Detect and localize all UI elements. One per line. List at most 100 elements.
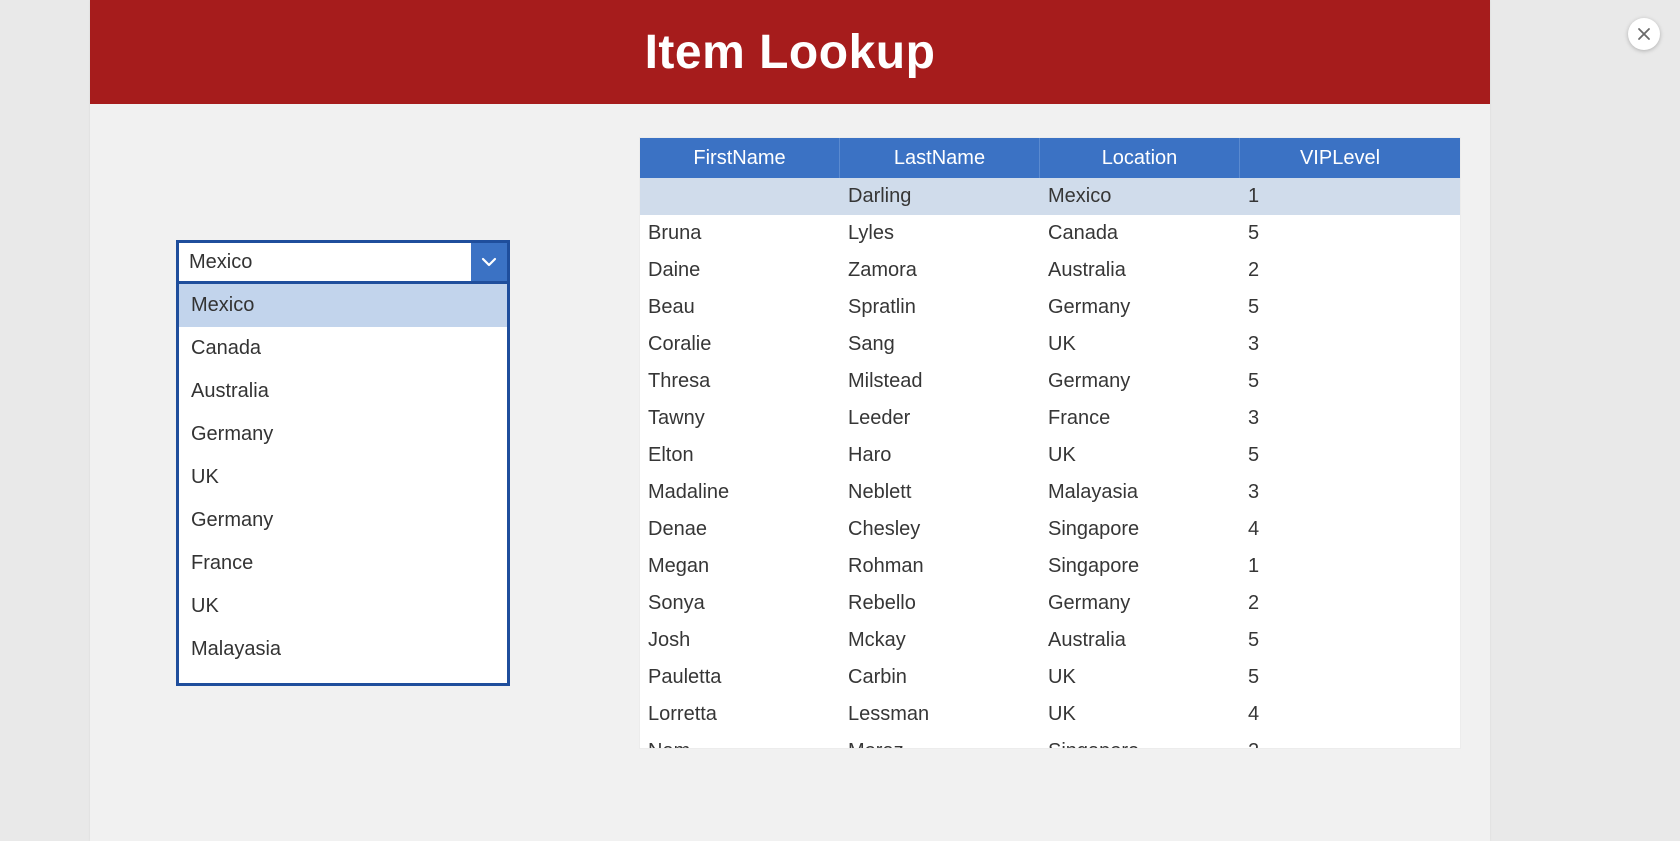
- chevron-down-icon: [480, 253, 498, 271]
- table-row[interactable]: SonyaRebelloGermany2: [640, 585, 1460, 622]
- table-cell: UK: [1040, 444, 1240, 467]
- dropdown-toggle-button[interactable]: [471, 243, 507, 281]
- dropdown-option[interactable]: Canada: [179, 327, 507, 370]
- table-cell: Mckay: [840, 629, 1040, 652]
- close-icon: [1637, 27, 1651, 41]
- dropdown-control[interactable]: Mexico: [176, 240, 510, 284]
- table-cell: Lessman: [840, 703, 1040, 726]
- table-cell: Beau: [640, 296, 840, 319]
- app-window: Item Lookup Mexico MexicoCanadaAustralia…: [90, 0, 1490, 841]
- table-row[interactable]: MadalineNeblettMalayasia3: [640, 474, 1460, 511]
- table-cell: Pauletta: [640, 666, 840, 689]
- table-cell: Neblett: [840, 481, 1040, 504]
- table-cell: Singapore: [1040, 740, 1240, 748]
- table-cell: 3: [1240, 333, 1440, 356]
- table-cell: Carbin: [840, 666, 1040, 689]
- table-cell: Germany: [1040, 592, 1240, 615]
- table-cell: Tawny: [640, 407, 840, 430]
- table-cell: Germany: [1040, 370, 1240, 393]
- results-table: FirstName LastName Location VIPLevel Dar…: [640, 138, 1460, 748]
- table-cell: Coralie: [640, 333, 840, 356]
- table-row[interactable]: TawnyLeederFrance3: [640, 400, 1460, 437]
- dropdown-option[interactable]: France: [179, 542, 507, 585]
- table-cell: Zamora: [840, 259, 1040, 282]
- table-cell: Bruna: [640, 222, 840, 245]
- table-cell: Singapore: [1040, 518, 1240, 541]
- table-cell: 2: [1240, 592, 1440, 615]
- table-cell: Malayasia: [1040, 481, 1240, 504]
- col-header-viplevel[interactable]: VIPLevel: [1240, 138, 1440, 178]
- table-row[interactable]: EltonHaroUK5: [640, 437, 1460, 474]
- table-row[interactable]: DaineZamoraAustralia2: [640, 252, 1460, 289]
- dropdown-selected-value[interactable]: Mexico: [179, 243, 471, 281]
- table-cell: Sonya: [640, 592, 840, 615]
- table-cell: Moraz: [840, 740, 1040, 748]
- table-row[interactable]: MeganRohmanSingapore1: [640, 548, 1460, 585]
- table-cell: Leeder: [840, 407, 1040, 430]
- dropdown-option[interactable]: Germany: [179, 413, 507, 456]
- col-header-location[interactable]: Location: [1040, 138, 1240, 178]
- table-row[interactable]: CoralieSangUK3: [640, 326, 1460, 363]
- table-cell: Australia: [1040, 629, 1240, 652]
- table-cell: Australia: [1040, 259, 1240, 282]
- table-cell: Josh: [640, 629, 840, 652]
- table-cell: 4: [1240, 518, 1440, 541]
- table-header-row: FirstName LastName Location VIPLevel: [640, 138, 1460, 178]
- table-cell: Sang: [840, 333, 1040, 356]
- table-row[interactable]: DarlingMexico1: [640, 178, 1460, 215]
- table-cell: Madaline: [640, 481, 840, 504]
- table-cell: UK: [1040, 703, 1240, 726]
- location-dropdown[interactable]: Mexico MexicoCanadaAustraliaGermanyUKGer…: [176, 240, 510, 686]
- table-cell: Germany: [1040, 296, 1240, 319]
- table-cell: Rebello: [840, 592, 1040, 615]
- dropdown-list[interactable]: MexicoCanadaAustraliaGermanyUKGermanyFra…: [176, 284, 510, 686]
- dropdown-option[interactable]: UK: [179, 456, 507, 499]
- table-cell: Daine: [640, 259, 840, 282]
- table-row[interactable]: NamMorazSingapore2: [640, 733, 1460, 748]
- col-header-firstname[interactable]: FirstName: [640, 138, 840, 178]
- table-cell: Haro: [840, 444, 1040, 467]
- table-cell: Singapore: [1040, 555, 1240, 578]
- table-body[interactable]: DarlingMexico1BrunaLylesCanada5DaineZamo…: [640, 178, 1460, 748]
- table-cell: 5: [1240, 370, 1440, 393]
- header-bar: Item Lookup: [90, 0, 1490, 104]
- table-cell: 5: [1240, 296, 1440, 319]
- table-cell: 1: [1240, 555, 1440, 578]
- table-row[interactable]: ThresaMilsteadGermany5: [640, 363, 1460, 400]
- table-cell: Thresa: [640, 370, 840, 393]
- table-cell: Lorretta: [640, 703, 840, 726]
- table-cell: Rohman: [840, 555, 1040, 578]
- table-cell: 5: [1240, 444, 1440, 467]
- table-row[interactable]: BrunaLylesCanada5: [640, 215, 1460, 252]
- table-cell: Milstead: [840, 370, 1040, 393]
- table-row[interactable]: JoshMckayAustralia5: [640, 622, 1460, 659]
- table-cell: France: [1040, 407, 1240, 430]
- table-cell: Darling: [840, 185, 1040, 208]
- table-cell: Denae: [640, 518, 840, 541]
- content-area: Mexico MexicoCanadaAustraliaGermanyUKGer…: [90, 104, 1490, 841]
- close-button[interactable]: [1628, 18, 1660, 50]
- table-cell: 5: [1240, 629, 1440, 652]
- table-row[interactable]: BeauSpratlinGermany5: [640, 289, 1460, 326]
- dropdown-option[interactable]: Malayasia: [179, 628, 507, 671]
- dropdown-option[interactable]: Australia: [179, 370, 507, 413]
- table-cell: UK: [1040, 666, 1240, 689]
- table-cell: Lyles: [840, 222, 1040, 245]
- table-cell: Nam: [640, 740, 840, 748]
- col-header-lastname[interactable]: LastName: [840, 138, 1040, 178]
- table-cell: 2: [1240, 740, 1440, 748]
- table-row[interactable]: PaulettaCarbinUK5: [640, 659, 1460, 696]
- dropdown-option[interactable]: UK: [179, 585, 507, 628]
- table-cell: 4: [1240, 703, 1440, 726]
- table-cell: Mexico: [1040, 185, 1240, 208]
- table-row[interactable]: DenaeChesleySingapore4: [640, 511, 1460, 548]
- table-cell: Canada: [1040, 222, 1240, 245]
- dropdown-option[interactable]: Mexico: [179, 284, 507, 327]
- table-cell: Elton: [640, 444, 840, 467]
- table-cell: 5: [1240, 666, 1440, 689]
- table-row[interactable]: LorrettaLessmanUK4: [640, 696, 1460, 733]
- table-cell: Megan: [640, 555, 840, 578]
- table-cell: 2: [1240, 259, 1440, 282]
- dropdown-option[interactable]: Germany: [179, 499, 507, 542]
- page-title: Item Lookup: [645, 25, 936, 80]
